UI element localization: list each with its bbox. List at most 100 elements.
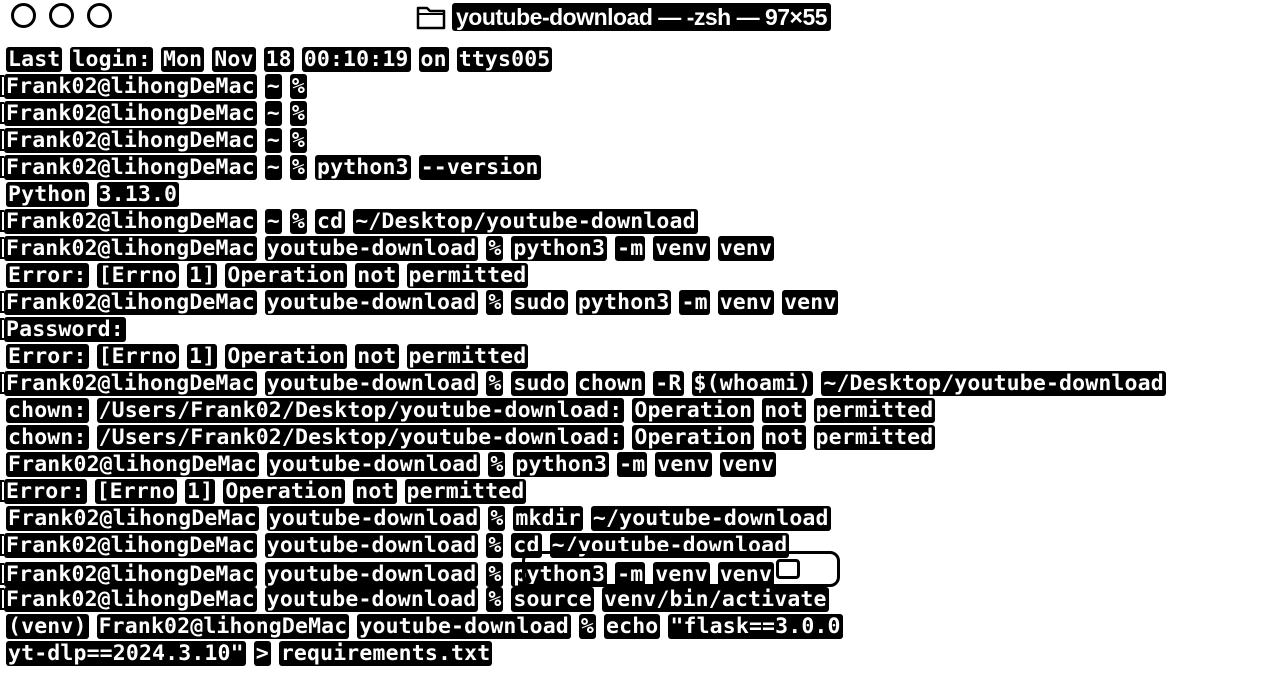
terminal-token: % — [289, 101, 308, 126]
terminal-token: % — [486, 562, 504, 587]
terminal-token: permitted — [813, 398, 936, 423]
terminal-token: ~/Desktop/youtube-download — [353, 209, 698, 234]
terminal-token: % — [289, 74, 308, 99]
terminal-token: venv — [655, 452, 712, 477]
terminal-token: chown: — [6, 398, 89, 423]
terminal-token: not — [762, 425, 806, 450]
terminal-line: Error: [Errno 1] Operation not permitted — [0, 343, 1280, 370]
terminal-token: 1] — [187, 344, 218, 369]
terminal-token: venv — [653, 236, 710, 261]
terminal-token: ~ — [264, 74, 282, 99]
terminal-token: youtube-download — [264, 562, 479, 587]
terminal-token: youtube-download — [266, 506, 481, 531]
terminal-token: 00:10:19 — [301, 47, 411, 72]
terminal-token: Mon — [160, 47, 205, 72]
terminal-token: Operation — [632, 398, 755, 423]
terminal-token: 1] — [187, 263, 218, 288]
terminal-token: Password: — [4, 317, 126, 342]
terminal-token: Frank02@lihongDeMac — [4, 236, 257, 261]
terminal-token: venv/bin/activate — [602, 587, 829, 612]
terminal-token: mkdir — [513, 506, 583, 531]
terminal-token: cd — [315, 209, 346, 234]
terminal-token: ~ — [264, 155, 282, 180]
terminal-line: Frank02@lihongDeMac youtube-download% sudo… — [0, 289, 1280, 316]
terminal-token: python3 — [575, 290, 672, 315]
terminal-token: requirements.txt — [278, 641, 493, 666]
terminal-token: Frank02@lihongDeMac — [4, 371, 257, 396]
terminal-token: not — [353, 479, 397, 504]
terminal-token: ~ — [264, 128, 282, 153]
terminal-line: chown: /Users/Frank02/Desktop/youtube-dow… — [0, 424, 1280, 451]
terminal-token: sudo — [511, 371, 568, 396]
terminal-token: Operation — [225, 263, 348, 288]
terminal-line: Python 3.13.0 — [0, 181, 1280, 208]
terminal-line: Frank02@lihongDeMac youtube-download% sour… — [0, 586, 1280, 613]
terminal-token: permitted — [406, 344, 529, 369]
terminal-output[interactable]: Last login: Mon Nov 18 00:10:19 on ttys005 Frank… — [0, 46, 1280, 691]
terminal-token: (venv) — [6, 614, 89, 639]
terminal-token: Frank02@lihongDeMac — [4, 155, 257, 180]
terminal-token: youtube-download — [264, 533, 479, 558]
terminal-token: % — [289, 128, 308, 153]
terminal-token: venv — [782, 290, 839, 315]
terminal-token: /Users/Frank02/Desktop/youtube-download: — [96, 425, 625, 450]
terminal-token: Frank02@lihongDeMac — [4, 101, 257, 126]
close-window-button[interactable] — [11, 3, 36, 28]
terminal-line: Frank02@lihongDeMac youtube-download% pyth… — [0, 235, 1280, 262]
terminal-token: youtube-download — [264, 290, 479, 315]
terminal-token: % — [486, 587, 504, 612]
zoom-window-button[interactable] — [87, 3, 112, 28]
terminal-line: Frank02@lihongDeMac ~% — [0, 73, 1280, 100]
terminal-token: venv — [719, 452, 777, 477]
terminal-line: Frank02@lihongDeMac youtube-download% pyth… — [0, 559, 1280, 587]
terminal-token: venv — [717, 236, 775, 261]
terminal-line: chown: /Users/Frank02/Desktop/youtube-dow… — [0, 397, 1280, 424]
minimize-window-button[interactable] — [49, 3, 74, 28]
terminal-line: Frank02@lihongDeMac youtube-download% sudo… — [0, 370, 1280, 397]
terminal-token: login: — [70, 47, 153, 72]
terminal-line: yt-dlp==2024.3.10" > requirements.txt — [0, 640, 1280, 667]
terminal-token: -m — [615, 562, 646, 587]
terminal-token: Operation — [632, 425, 755, 450]
terminal-token: 1] — [185, 479, 216, 504]
terminal-line: Error: [Errno 1] Operation not permitted — [0, 262, 1280, 289]
terminal-token: youtube-download — [357, 614, 571, 639]
terminal-token: ttys005 — [456, 47, 553, 72]
terminal-token: "flask==3.0.0 — [668, 614, 843, 639]
terminal-token: chown: — [6, 425, 89, 450]
terminal-token: source — [511, 587, 594, 612]
terminal-token: 3.13.0 — [96, 182, 180, 207]
title-bar[interactable]: youtube-download — -zsh — 97×55 — [0, 0, 1280, 36]
terminal-token: yt-dlp==2024.3.10" — [6, 641, 246, 666]
terminal-token: venv — [717, 290, 775, 315]
terminal-token: % — [289, 209, 308, 234]
terminal-token: on — [418, 47, 449, 72]
terminal-token: % — [486, 371, 504, 396]
terminal-window: youtube-download — -zsh — 97×55 Last logi… — [0, 0, 1280, 691]
terminal-token: Nov — [212, 47, 256, 72]
terminal-token: % — [486, 533, 504, 558]
terminal-token: --version — [418, 155, 541, 180]
terminal-token: cd — [511, 533, 542, 558]
terminal-line: Password: — [0, 316, 1280, 343]
terminal-line: Frank02@lihongDeMac youtube-download% mkdi… — [0, 505, 1280, 532]
terminal-token: Error: — [6, 344, 89, 369]
terminal-line: Frank02@lihongDeMac ~% python3 --version — [0, 154, 1280, 181]
terminal-token: Operation — [223, 479, 346, 504]
terminal-token: -R — [653, 371, 684, 396]
terminal-token: % — [578, 614, 596, 639]
terminal-token: Last — [6, 47, 63, 72]
terminal-token: 18 — [263, 47, 294, 72]
terminal-token: not — [355, 263, 399, 288]
terminal-line: Frank02@lihongDeMac youtube-download% cd ~/… — [0, 532, 1280, 559]
terminal-token: youtube-download — [266, 452, 481, 477]
terminal-token: sudo — [511, 290, 568, 315]
terminal-token: [Errno — [96, 263, 180, 288]
terminal-token: youtube-download — [264, 236, 479, 261]
terminal-token: permitted — [813, 425, 936, 450]
terminal-line: Frank02@lihongDeMac ~% — [0, 127, 1280, 154]
terminal-line: Last login: Mon Nov 18 00:10:19 on ttys005 — [0, 46, 1280, 73]
terminal-line: Frank02@lihongDeMac youtube-download% pyth… — [0, 451, 1280, 478]
terminal-token: Operation — [225, 344, 348, 369]
window-title: youtube-download — -zsh — 97×55 — [452, 3, 832, 31]
